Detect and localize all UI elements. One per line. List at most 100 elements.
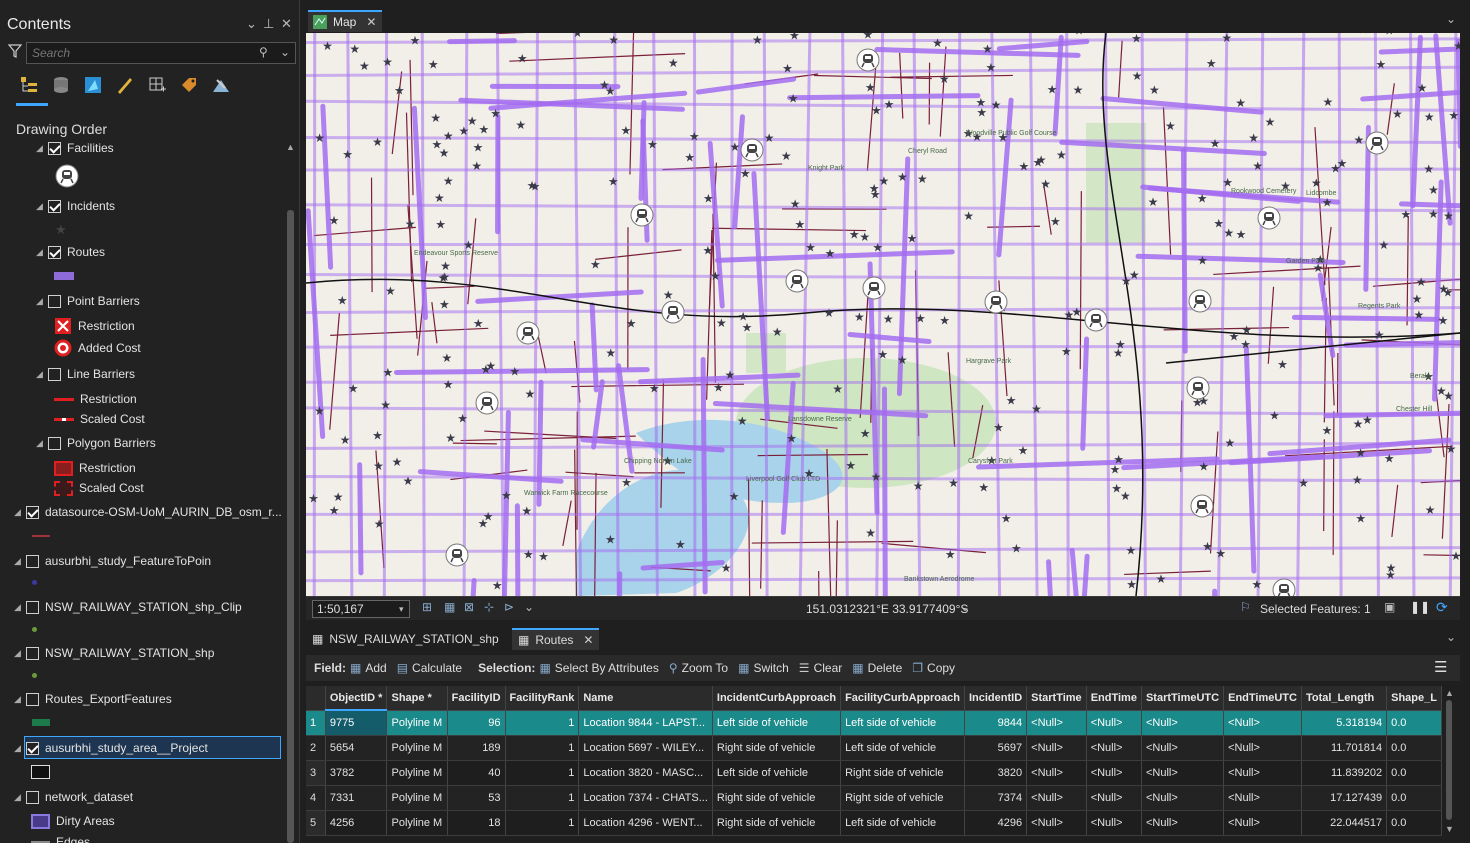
zoom-to-button[interactable]: ⚲ Zoom To <box>669 661 728 675</box>
expand-icon[interactable]: ◢ <box>14 507 24 518</box>
incident-star[interactable]: ★ <box>457 411 468 425</box>
incident-star[interactable]: ★ <box>782 61 793 75</box>
route-line[interactable] <box>695 76 797 95</box>
incident-star[interactable]: ★ <box>1198 460 1209 474</box>
incident-star[interactable]: ★ <box>329 213 340 227</box>
incident-star[interactable]: ★ <box>1132 69 1143 83</box>
incident-star[interactable]: ★ <box>845 458 856 472</box>
search-input[interactable] <box>27 43 247 63</box>
incident-star[interactable]: ★ <box>1111 482 1122 496</box>
table-cell[interactable]: Left side of vehicle <box>840 710 965 736</box>
incident-star[interactable]: ★ <box>865 81 876 95</box>
incident-star[interactable]: ★ <box>501 488 512 502</box>
expand-icon[interactable]: ◢ <box>36 247 46 258</box>
incident-star[interactable]: ★ <box>703 191 714 205</box>
incident-star[interactable]: ★ <box>434 191 445 205</box>
layer-polygon-barriers[interactable]: ◢ Polygon Barriers <box>36 433 156 453</box>
list-by-drawing-order-icon[interactable] <box>18 74 40 96</box>
route-line[interactable] <box>1373 33 1380 596</box>
expand-icon[interactable]: ◢ <box>36 143 46 154</box>
incident-star[interactable]: ★ <box>772 325 783 339</box>
incident-star[interactable]: ★ <box>1428 207 1439 221</box>
expand-icon[interactable]: ◢ <box>14 694 24 705</box>
incident-star[interactable]: ★ <box>742 321 753 335</box>
layer-network-dataset[interactable]: ◢ network_dataset <box>14 787 133 807</box>
incident-star[interactable]: ★ <box>752 33 763 47</box>
incident-star[interactable]: ★ <box>1443 286 1454 300</box>
incident-star[interactable]: ★ <box>322 39 333 53</box>
incident-star[interactable]: ★ <box>1269 409 1280 423</box>
incident-star[interactable]: ★ <box>1416 275 1427 289</box>
incident-star[interactable]: ★ <box>1448 108 1459 122</box>
expand-icon[interactable]: ◢ <box>14 743 24 754</box>
incident-star[interactable]: ★ <box>1071 305 1082 319</box>
incident-star[interactable]: ★ <box>963 209 974 223</box>
incident-star[interactable]: ★ <box>538 550 549 564</box>
incident-star[interactable]: ★ <box>1451 549 1460 563</box>
incident-star[interactable]: ★ <box>1011 542 1022 556</box>
route-line[interactable] <box>1296 33 1306 596</box>
incident-star[interactable]: ★ <box>314 404 325 418</box>
contents-scrollbar[interactable] <box>287 210 294 843</box>
table-cell[interactable]: Polyline M <box>386 760 448 786</box>
incident-star[interactable]: ★ <box>1061 344 1072 358</box>
list-by-editing-icon[interactable] <box>114 74 136 96</box>
train-station-icon[interactable] <box>740 138 764 162</box>
incident-star[interactable]: ★ <box>1197 192 1208 206</box>
chevron-down-icon[interactable]: ⌄ <box>1446 630 1456 644</box>
column-header[interactable]: StartTime <box>1026 686 1087 711</box>
incident-star[interactable]: ★ <box>349 42 360 56</box>
incident-star[interactable]: ★ <box>764 131 775 145</box>
incident-star[interactable]: ★ <box>608 33 619 47</box>
incident-star[interactable]: ★ <box>897 170 908 184</box>
incident-star[interactable]: ★ <box>382 365 393 379</box>
table-cell[interactable]: <Null> <box>1026 735 1087 761</box>
route-line[interactable] <box>956 33 962 596</box>
incident-star[interactable]: ★ <box>1019 159 1030 173</box>
table-cell[interactable]: Left side of vehicle <box>712 710 842 736</box>
table-row[interactable]: 3 3782 Polyline M 40 1 Location 3820 - MASC..… <box>306 760 1442 786</box>
incident-star[interactable]: ★ <box>1018 443 1029 457</box>
column-header[interactable]: Name <box>578 686 713 711</box>
incident-star[interactable]: ★ <box>1412 292 1423 306</box>
train-station-icon[interactable] <box>856 48 880 72</box>
table-row[interactable]: 2 5654 Polyline M 189 1 Location 5697 - WILEY… <box>306 735 1442 761</box>
table-cell[interactable]: <Null> <box>1086 760 1142 786</box>
incident-star[interactable]: ★ <box>1443 209 1454 223</box>
table-cell[interactable]: 0.0 <box>1386 710 1442 736</box>
snapping-icon[interactable]: ⊠ <box>464 600 474 614</box>
column-header[interactable]: FacilityRank <box>505 686 580 711</box>
incident-star[interactable]: ★ <box>883 312 894 326</box>
incident-star[interactable]: ★ <box>939 72 950 86</box>
select-by-attributes-button[interactable]: ▦ Select By Attributes <box>539 661 658 675</box>
route-line[interactable] <box>532 33 539 596</box>
table-cell[interactable]: 11.701814 <box>1301 735 1388 761</box>
incident-star[interactable]: ★ <box>1110 462 1121 476</box>
route-line[interactable] <box>306 546 1460 554</box>
incident-star[interactable]: ★ <box>1156 572 1167 586</box>
incident-star[interactable]: ★ <box>626 316 637 330</box>
incident-star[interactable]: ★ <box>480 363 491 377</box>
table-cell[interactable]: 7331 <box>325 785 388 811</box>
incident-star[interactable]: ★ <box>1229 329 1240 343</box>
table-cell[interactable]: 9775 <box>325 710 388 736</box>
list-by-labeling-icon[interactable] <box>178 74 200 96</box>
route-line[interactable] <box>1028 33 1039 596</box>
incident-star[interactable]: ★ <box>725 368 736 382</box>
table-cell[interactable]: Left side of vehicle <box>840 810 965 836</box>
table-cell[interactable]: <Null> <box>1026 760 1087 786</box>
route-line[interactable] <box>996 97 1014 258</box>
incident-star[interactable]: ★ <box>1235 96 1246 110</box>
tab-routes[interactable]: ▦ Routes ✕ <box>512 628 600 650</box>
incident-star[interactable]: ★ <box>403 474 414 488</box>
incident-star[interactable]: ★ <box>525 387 536 401</box>
incident-star[interactable]: ★ <box>572 33 583 40</box>
tab-map[interactable]: Map ✕ <box>308 10 382 32</box>
list-by-snapping-icon[interactable] <box>146 74 168 96</box>
table-cell[interactable]: <Null> <box>1223 810 1302 836</box>
incident-star[interactable]: ★ <box>689 130 700 144</box>
incident-star[interactable]: ★ <box>1375 57 1386 71</box>
incident-star[interactable]: ★ <box>945 548 956 562</box>
layer-osm-datasource[interactable]: ◢ datasource-OSM-UoM_AURIN_DB_osm_r... <box>14 502 282 522</box>
add-field-button[interactable]: ▦ Add <box>350 661 387 675</box>
